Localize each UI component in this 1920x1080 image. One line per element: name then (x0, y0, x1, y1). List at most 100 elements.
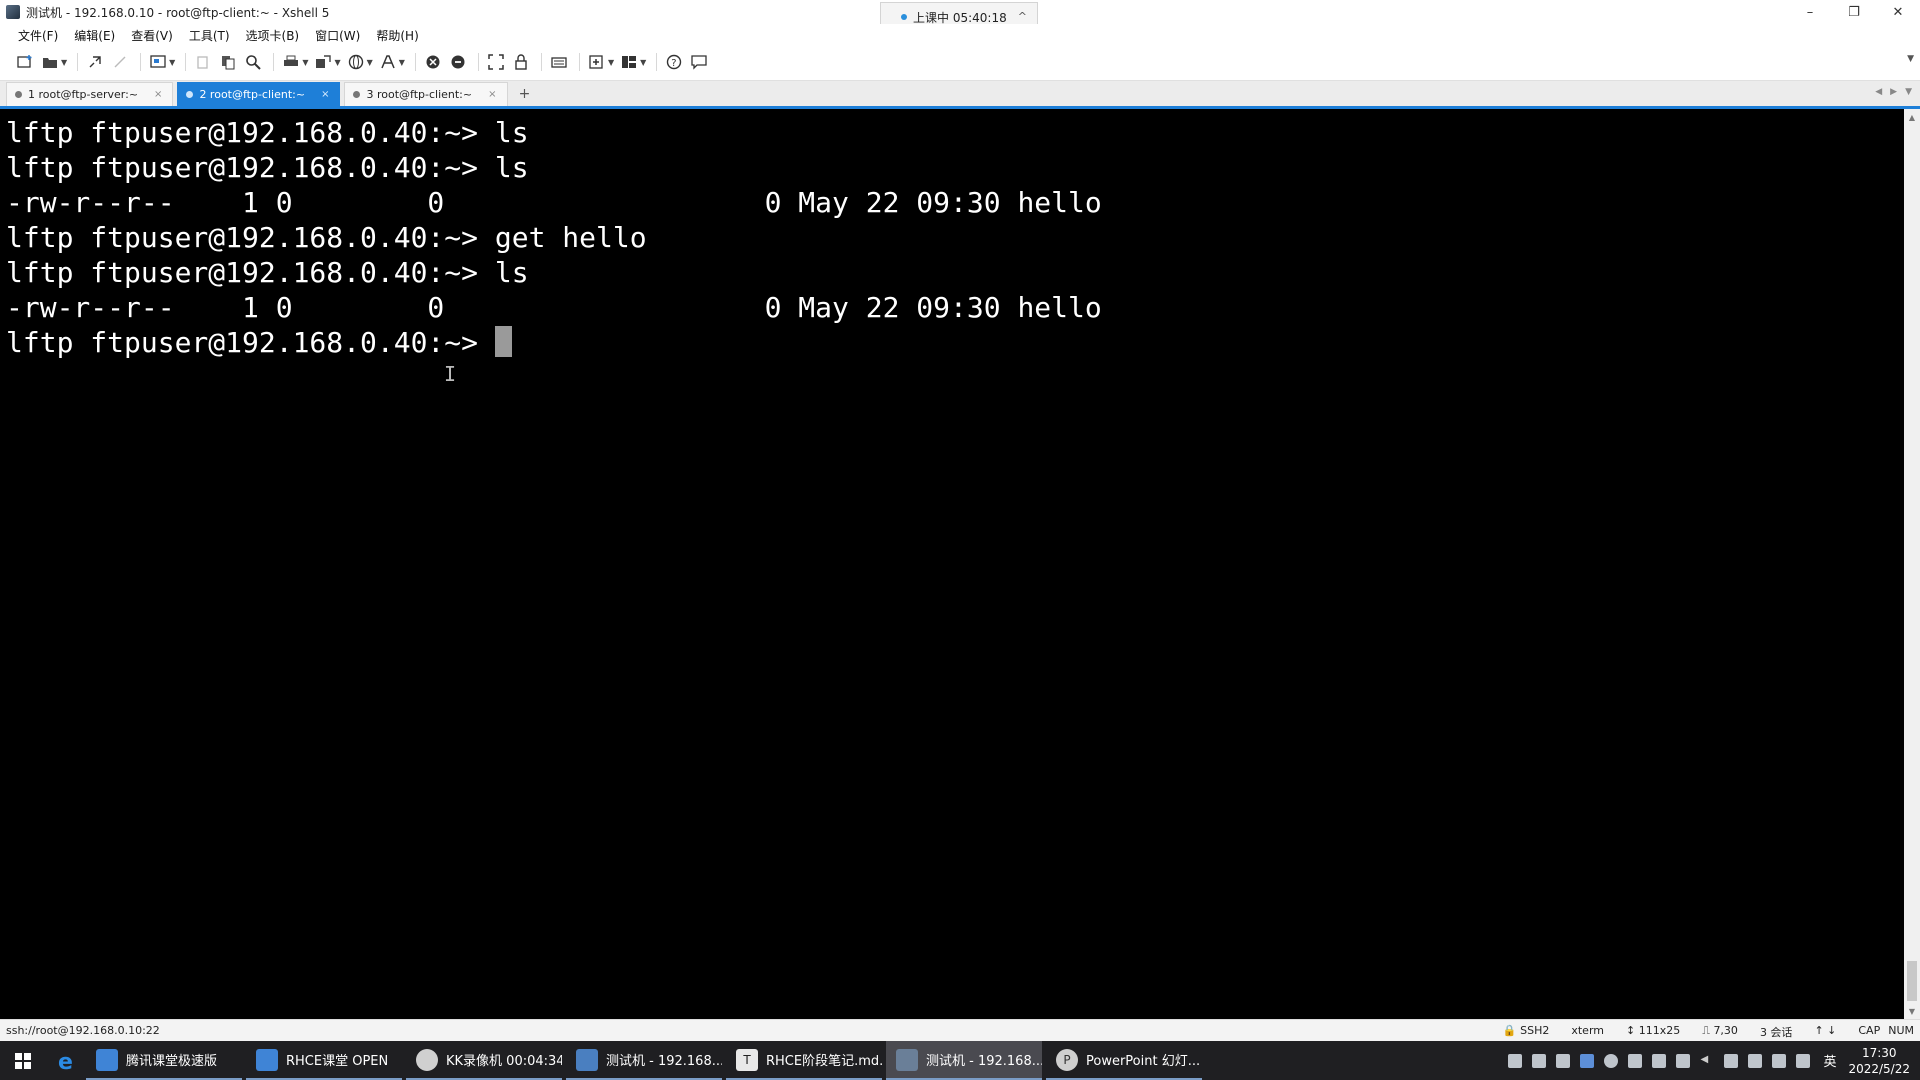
new-tab-button[interactable]: + (514, 83, 536, 105)
tab-session-3[interactable]: 3 root@ftp-client:~ × (344, 82, 508, 106)
session-tab-bar: 1 root@ftp-server:~ × 2 root@ftp-client:… (0, 80, 1920, 106)
restore-button[interactable]: ❐ (1832, 0, 1876, 24)
session-properties-icon[interactable] (147, 51, 169, 73)
toolbar-overflow-icon[interactable]: ▼ (1907, 54, 1914, 64)
lock-icon[interactable] (510, 51, 532, 73)
reconnect-icon[interactable] (84, 51, 106, 73)
taskbar-item-rhce-class[interactable]: RHCE课堂 OPEN (246, 1041, 402, 1080)
tab-close-icon[interactable]: × (154, 89, 162, 100)
tray-app-icon[interactable] (1556, 1053, 1571, 1068)
menu-window[interactable]: 窗口(W) (315, 27, 360, 44)
tray-user-icon[interactable] (1628, 1053, 1643, 1068)
tray-screen-icon[interactable] (1652, 1053, 1667, 1068)
taskbar-item-label: 测试机 - 192.168.... (606, 1054, 722, 1069)
window-title: 测试机 - 192.168.0.10 - root@ftp-client:~ -… (26, 5, 330, 20)
terminal-line: -rw-r--r-- 1 0 0 0 May 22 09:30 hello (6, 186, 1102, 219)
powerpoint-icon: P (1056, 1048, 1078, 1071)
transfer-dropdown-icon[interactable]: ▼ (334, 58, 340, 67)
taskbar-item-xshell[interactable]: 测试机 - 192.168.... (886, 1041, 1042, 1080)
terminal-scrollbar[interactable]: ▲ ▼ (1904, 109, 1920, 1019)
xshell-window: 测试机 - 192.168.0.10 - root@ftp-client:~ -… (0, 0, 1920, 1080)
properties-dropdown-icon[interactable]: ▼ (169, 58, 175, 67)
add-icon[interactable] (586, 51, 608, 73)
tray-wechat-icon[interactable] (1532, 1053, 1547, 1068)
taskbar-item-vm-test[interactable]: 测试机 - 192.168.... (566, 1041, 722, 1080)
tray-volume-icon[interactable] (1796, 1053, 1811, 1068)
transfer-icon[interactable] (312, 51, 334, 73)
collapse-chevron-icon[interactable]: ^ (1018, 10, 1027, 23)
taskbar-item-powerpoint[interactable]: P PowerPoint 幻灯... (1046, 1041, 1202, 1080)
taskbar-item-rhce-notes[interactable]: T RHCE阶段笔记.md... (726, 1041, 882, 1080)
toolbar-separator (140, 53, 142, 71)
print-dropdown-icon[interactable]: ▼ (302, 58, 308, 67)
menu-tabs[interactable]: 选项卡(B) (246, 27, 300, 44)
help-icon[interactable]: ? (663, 51, 685, 73)
taskbar-item-label: RHCE课堂 OPEN (286, 1054, 389, 1069)
xshell-app-icon (6, 5, 20, 19)
menu-tools[interactable]: 工具(T) (189, 27, 230, 44)
start-button[interactable] (0, 1041, 46, 1080)
font-dropdown-icon[interactable]: ▼ (399, 58, 405, 67)
terminal-prompt: lftp ftpuser@192.168.0.40:~> (6, 326, 495, 359)
tray-display-icon[interactable] (1676, 1053, 1691, 1068)
xftp2-icon[interactable] (447, 51, 469, 73)
new-session-icon[interactable] (14, 51, 36, 73)
open-folder-icon[interactable] (39, 51, 61, 73)
add-dropdown-icon[interactable]: ▼ (608, 58, 614, 67)
fullscreen-icon[interactable] (485, 51, 507, 73)
font-icon[interactable] (377, 51, 399, 73)
copy-icon[interactable] (192, 51, 214, 73)
disconnect-icon[interactable] (109, 51, 131, 73)
find-icon[interactable] (242, 51, 264, 73)
cursor-position: ⎍ 7,30 (1702, 1024, 1738, 1037)
tab-next-icon[interactable]: ▶ (1890, 87, 1897, 97)
tab-close-icon[interactable]: × (488, 89, 496, 100)
tab-close-icon[interactable]: × (321, 89, 329, 100)
tab-session-2[interactable]: 2 root@ftp-client:~ × (177, 82, 341, 106)
tab-prev-icon[interactable]: ◀ (1875, 87, 1882, 97)
menu-file[interactable]: 文件(F) (18, 27, 58, 44)
tray-expand-icon[interactable]: ◀ (1700, 1054, 1714, 1068)
open-dropdown-icon[interactable]: ▼ (61, 58, 67, 67)
tray-q-icon[interactable] (1580, 1053, 1595, 1068)
tray-mic-icon[interactable] (1748, 1053, 1763, 1068)
layout-dropdown-icon[interactable]: ▼ (640, 58, 646, 67)
system-tray: ◀ 英 17:30 2022/5/22 (1503, 1041, 1920, 1080)
input-method-indicator[interactable]: 英 (1823, 1051, 1836, 1070)
terminal-line: lftp ftpuser@192.168.0.40:~> ls (6, 256, 529, 289)
tab-session-1[interactable]: 1 root@ftp-server:~ × (6, 82, 174, 106)
taskbar-item-tencent-classroom[interactable]: 腾讯课堂极速版 (86, 1041, 242, 1080)
minimize-button[interactable]: – (1788, 0, 1832, 24)
chat-icon[interactable] (688, 51, 710, 73)
edge-browser-icon[interactable]: e (46, 1041, 86, 1080)
menu-help[interactable]: 帮助(H) (376, 27, 418, 44)
tray-usb-icon[interactable] (1724, 1053, 1739, 1068)
tab-list-icon[interactable]: ▼ (1905, 87, 1912, 97)
tray-network-icon[interactable] (1772, 1053, 1787, 1068)
menu-edit[interactable]: 编辑(E) (74, 27, 115, 44)
keyboard-icon[interactable] (548, 51, 570, 73)
typora-icon: T (736, 1048, 758, 1071)
taskbar-clock[interactable]: 17:30 2022/5/22 (1848, 1045, 1910, 1077)
layout-icon[interactable] (618, 51, 640, 73)
toolbar-separator (477, 53, 479, 71)
xftp-icon[interactable] (422, 51, 444, 73)
globe-dropdown-icon[interactable]: ▼ (367, 58, 373, 67)
scroll-thumb[interactable] (1907, 961, 1917, 1001)
tab-label: 2 root@ftp-client:~ (199, 88, 306, 101)
tray-record-icon[interactable] (1604, 1053, 1619, 1068)
menu-view[interactable]: 查看(V) (131, 27, 173, 44)
session-status-icon (15, 91, 22, 98)
paste-icon[interactable] (217, 51, 239, 73)
toolbar-separator (77, 53, 79, 71)
globe-icon[interactable] (345, 51, 367, 73)
taskbar-item-kk-recorder[interactable]: KK录像机 00:04:34 (406, 1041, 562, 1080)
scroll-up-icon[interactable]: ▲ (1904, 109, 1920, 125)
scroll-down-icon[interactable]: ▼ (1904, 1003, 1920, 1019)
close-button[interactable]: ✕ (1876, 0, 1920, 24)
terminal-pane[interactable]: lftp ftpuser@192.168.0.40:~> ls lftp ftp… (0, 109, 1904, 1019)
tray-chat-icon[interactable] (1508, 1053, 1523, 1068)
print-icon[interactable] (280, 51, 302, 73)
terminal-line: lftp ftpuser@192.168.0.40:~> get hello (6, 221, 647, 254)
mouse-ibeam-cursor-icon: I (444, 362, 457, 386)
